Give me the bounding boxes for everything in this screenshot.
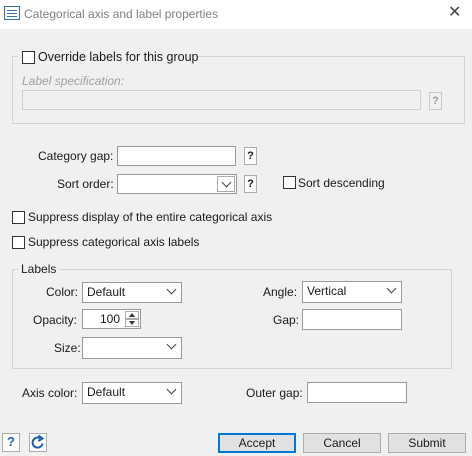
size-label: Size:: [54, 341, 81, 355]
suppress-axis-checkbox[interactable]: [12, 211, 25, 224]
angle-label: Angle:: [263, 285, 298, 299]
submit-button[interactable]: Submit: [388, 433, 466, 453]
sort-order-label: Sort order:: [57, 177, 114, 191]
dialog-icon: [4, 6, 20, 20]
outer-gap-input[interactable]: [307, 382, 407, 403]
opacity-down-button[interactable]: [125, 319, 139, 327]
sort-order-dropdown-button[interactable]: [217, 176, 235, 192]
sort-order-help-button[interactable]: ?: [244, 175, 257, 193]
gap-label: Gap:: [273, 313, 300, 327]
reset-icon: [31, 434, 45, 449]
window-title: Categorical axis and label properties: [24, 7, 219, 21]
label-color-select[interactable]: Default: [82, 282, 182, 303]
size-select[interactable]: [82, 337, 182, 359]
chevron-down-icon: [166, 384, 177, 395]
help-button[interactable]: ?: [2, 433, 20, 452]
suppress-labels-label: Suppress categorical axis labels: [28, 235, 200, 249]
opacity-spinbox[interactable]: 100: [82, 309, 141, 329]
category-gap-label: Category gap:: [38, 149, 114, 163]
category-gap-help-button[interactable]: ?: [244, 147, 257, 165]
label-spec-input[interactable]: [22, 90, 421, 110]
opacity-up-button[interactable]: [125, 311, 139, 319]
close-icon[interactable]: ✕: [448, 5, 461, 21]
chevron-down-icon: [166, 339, 177, 350]
opacity-value: 100: [99, 312, 120, 326]
chevron-down-icon: [386, 283, 397, 294]
reset-button[interactable]: [29, 433, 47, 452]
label-color-label: Color:: [46, 285, 79, 299]
override-labels-checkbox[interactable]: [22, 51, 35, 64]
category-gap-input[interactable]: [117, 146, 236, 166]
accept-button[interactable]: Accept: [218, 433, 296, 453]
opacity-label: Opacity:: [33, 313, 78, 327]
sort-descending-label: Sort descending: [298, 176, 385, 190]
chevron-down-icon: [166, 284, 177, 295]
sort-order-select[interactable]: [117, 174, 237, 194]
chevron-down-icon: [221, 177, 232, 188]
angle-select[interactable]: Vertical: [302, 281, 402, 303]
cancel-button[interactable]: Cancel: [303, 433, 381, 453]
label-spec-label: Label specification:: [22, 74, 125, 88]
label-color-value: Default: [87, 285, 126, 299]
axis-color-label: Axis color:: [22, 386, 78, 400]
suppress-axis-label: Suppress display of the entire categoric…: [28, 210, 273, 224]
triangle-up-icon: [129, 313, 135, 317]
angle-value: Vertical: [307, 284, 347, 298]
axis-color-select[interactable]: Default: [82, 382, 182, 404]
labels-group-title: Labels: [18, 262, 60, 276]
triangle-down-icon: [129, 321, 135, 325]
override-labels-label: Override labels for this group: [38, 50, 199, 64]
axis-color-value: Default: [87, 385, 126, 399]
label-spec-help-button[interactable]: ?: [429, 92, 442, 110]
outer-gap-label: Outer gap:: [246, 386, 303, 400]
sort-descending-checkbox[interactable]: [283, 176, 296, 189]
suppress-labels-checkbox[interactable]: [12, 236, 25, 249]
gap-input[interactable]: [302, 309, 402, 330]
help-icon: ?: [7, 434, 15, 449]
